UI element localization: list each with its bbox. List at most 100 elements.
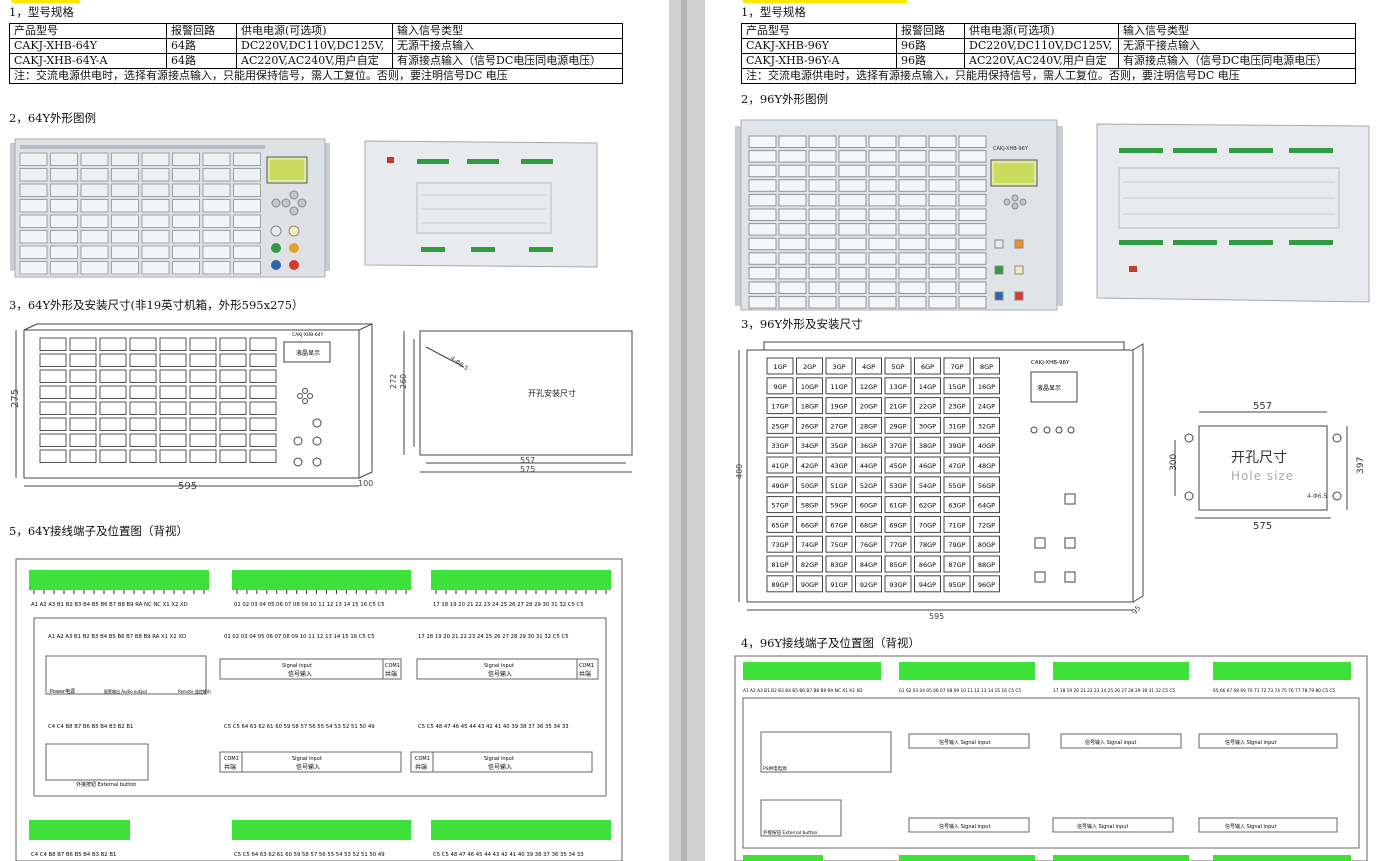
cutout-width-top: 557 bbox=[1253, 401, 1272, 412]
section-heading-spec: 1，型号规格 bbox=[9, 5, 74, 19]
gp-cell-label: 92GP bbox=[860, 581, 877, 589]
cutout-height-outer: 397 bbox=[1356, 457, 1366, 474]
gp-cell-label: 11GP bbox=[830, 383, 847, 391]
gp-cell-label: 15GP bbox=[948, 383, 965, 391]
terminal-labels: 65 66 67 68 69 70 71 72 73 74 75 76 77 7… bbox=[1213, 688, 1335, 694]
gp-cell-label: 36GP bbox=[860, 442, 877, 450]
terminal-block bbox=[431, 570, 611, 590]
signal-input-label-en: Signal input bbox=[292, 756, 322, 762]
table-cell: 无源干接点输入 bbox=[392, 38, 623, 54]
terminal-block bbox=[1213, 662, 1351, 680]
terminal-block bbox=[232, 570, 411, 590]
com-label-en: COM1 bbox=[415, 756, 430, 762]
gp-cell-label: 52GP bbox=[860, 482, 877, 490]
panel-back-photo bbox=[364, 140, 598, 268]
terminal-labels: A1 A2 A3 B1 B2 B3 B4 B5 B6 B7 B8 B9 RA N… bbox=[31, 602, 188, 608]
gp-cell-label: 40GP bbox=[978, 442, 995, 450]
gp-cell-label: 68GP bbox=[860, 521, 877, 529]
table-row: 注：交流电源供电时，选择有源接点输入，只能用保持信号，需人工复位。否则，要注明信… bbox=[741, 68, 1356, 84]
com-label-en: COM1 bbox=[579, 663, 594, 669]
gp-cell-label: 43GP bbox=[830, 462, 847, 470]
gp-cell-label: 39GP bbox=[948, 442, 965, 450]
dimension-height: 275 bbox=[10, 389, 21, 408]
gp-cell-label: 62GP bbox=[919, 502, 936, 510]
gp-cell-label: 41GP bbox=[771, 462, 788, 470]
highlight-mark bbox=[743, 0, 907, 3]
dimension-height: 400 bbox=[735, 464, 744, 479]
section-heading-wiring: 4，96Y接线端子及位置图（背视） bbox=[741, 636, 921, 650]
panel-front-photo bbox=[10, 138, 330, 278]
table-row: 注：交流电源供电时，选择有源接点输入，只能用保持信号，需人工复位。否则，要注明信… bbox=[9, 68, 623, 84]
signal-input-label: 信号输入 Signal input bbox=[1085, 739, 1136, 746]
table-row: CAKJ-XHB-96Y 96路 DC220V,DC110V,DC125V, 无… bbox=[741, 38, 1356, 54]
signal-input-label-cn: 信号输入 bbox=[488, 670, 512, 678]
gp-cell-label: 12GP bbox=[860, 383, 877, 391]
com-label-cn: 共端 bbox=[415, 763, 427, 771]
table-row: CAKJ-XHB-96Y-A 96路 AC220V,AC240V,用户自定 有源… bbox=[741, 53, 1356, 69]
gp-cell-label: 59GP bbox=[830, 502, 847, 510]
gp-cell-label: 1GP bbox=[773, 363, 786, 371]
gp-cell-label: 9GP bbox=[773, 383, 786, 391]
table-header-cell: 产品型号 bbox=[9, 23, 167, 39]
gp-cell-label: 23GP bbox=[948, 403, 965, 411]
dimension-width: 595 bbox=[929, 612, 944, 621]
gp-cell-label: 55GP bbox=[948, 482, 965, 490]
gp-cell-label: 89GP bbox=[771, 581, 788, 589]
page-gutter bbox=[669, 0, 705, 861]
signal-input-label-en: Signal input bbox=[484, 756, 514, 762]
cutout-width-bottom: 575 bbox=[1253, 521, 1272, 532]
gp-cell-label: 63GP bbox=[948, 502, 965, 510]
cutout-height-outer: 272 bbox=[389, 374, 398, 389]
panel-row-labels: A1 A2 A3 B1 B2 B3 B4 B5 B6 B7 B8 B9 RA X… bbox=[48, 634, 186, 640]
gp-cell-label: 35GP bbox=[830, 442, 847, 450]
cutout-width-inner: 557 bbox=[520, 456, 535, 465]
terminal-labels: C5 C5 48 47 46 45 44 43 42 41 40 39 38 3… bbox=[433, 852, 584, 858]
gp-cell-label: 87GP bbox=[948, 561, 965, 569]
gp-cell-label: 50GP bbox=[801, 482, 818, 490]
table-cell: CAKJ-XHB-96Y-A bbox=[741, 53, 897, 69]
gp-cell-label: 3GP bbox=[832, 363, 845, 371]
gp-cell-label: 8GP bbox=[980, 363, 993, 371]
gp-cell-label: 5GP bbox=[891, 363, 904, 371]
panel-back-photo bbox=[1096, 123, 1370, 303]
table-note: 注：交流电源供电时，选择有源接点输入，只能用保持信号，需人工复位。否则，要注明信… bbox=[741, 68, 1356, 84]
drawing-screen-label: 液晶显示 bbox=[1037, 384, 1061, 392]
table-cell: AC220V,AC240V,用户自定 bbox=[964, 53, 1119, 69]
cutout-width-outer: 575 bbox=[520, 465, 535, 474]
com-label-cn: 共端 bbox=[579, 670, 591, 678]
gp-cell-label: 67GP bbox=[830, 521, 847, 529]
gp-cell-label: 96GP bbox=[978, 581, 995, 589]
table-header-cell: 输入信号类型 bbox=[1118, 23, 1356, 39]
gp-cell-label: 61GP bbox=[889, 502, 906, 510]
terminal-labels: C5 C5 64 63 62 61 60 59 58 57 56 55 54 5… bbox=[234, 852, 385, 858]
section-heading-photo: 2，64Y外形图例 bbox=[9, 111, 97, 125]
table-cell: 96路 bbox=[896, 53, 965, 69]
panel-row-labels: C4 C4 B8 B7 B6 B5 B4 B3 B2 B1 bbox=[48, 724, 133, 730]
gp-cell-label: 81GP bbox=[771, 561, 788, 569]
gp-cell-label: 72GP bbox=[978, 521, 995, 529]
gp-cell-label: 77GP bbox=[889, 541, 906, 549]
external-button-label: 外接按钮 External button bbox=[763, 829, 818, 836]
alarm-output-label: 报警输出 Audio output bbox=[104, 688, 148, 694]
signal-input-label-cn: 信号输入 bbox=[296, 763, 320, 771]
signal-input-label: 信号输入 Signal input bbox=[939, 739, 990, 746]
gp-cell-label: 78GP bbox=[919, 541, 936, 549]
gp-cell-label: 95GP bbox=[948, 581, 965, 589]
hole-label: 4-Φ6.5 bbox=[1307, 493, 1327, 500]
table-header-cell: 报警回路 bbox=[166, 23, 237, 39]
gp-cell-label: 28GP bbox=[860, 422, 877, 430]
gp-cell-label: 56GP bbox=[978, 482, 995, 490]
terminal-block bbox=[1053, 662, 1189, 680]
table-cell: 有源接点输入（信号DC电压同电源电压） bbox=[1118, 53, 1356, 69]
gp-cell-label: 18GP bbox=[801, 403, 818, 411]
gp-cell-label: 21GP bbox=[889, 403, 906, 411]
table-cell: DC220V,DC110V,DC125V, bbox=[236, 38, 393, 54]
table-header-cell: 产品型号 bbox=[741, 23, 897, 39]
front-dimension-drawing: 1GP 2GP 3GP 4GP 5GP 6GP 7GP 8GP 9GP 10GP 11GP 12GP 1… bbox=[735, 341, 1144, 621]
gp-cell-label: 91GP bbox=[830, 581, 847, 589]
gp-cell-label: 84GP bbox=[860, 561, 877, 569]
terminal-labels: C4 C4 B8 B7 B6 B5 B4 B3 B2 B1 bbox=[31, 852, 116, 858]
panel-model-label: CAKJ-XHB-96Y bbox=[993, 146, 1029, 152]
dimension-depth: 95 bbox=[1131, 604, 1143, 616]
cutout-height-inner: 300 bbox=[1169, 454, 1179, 471]
